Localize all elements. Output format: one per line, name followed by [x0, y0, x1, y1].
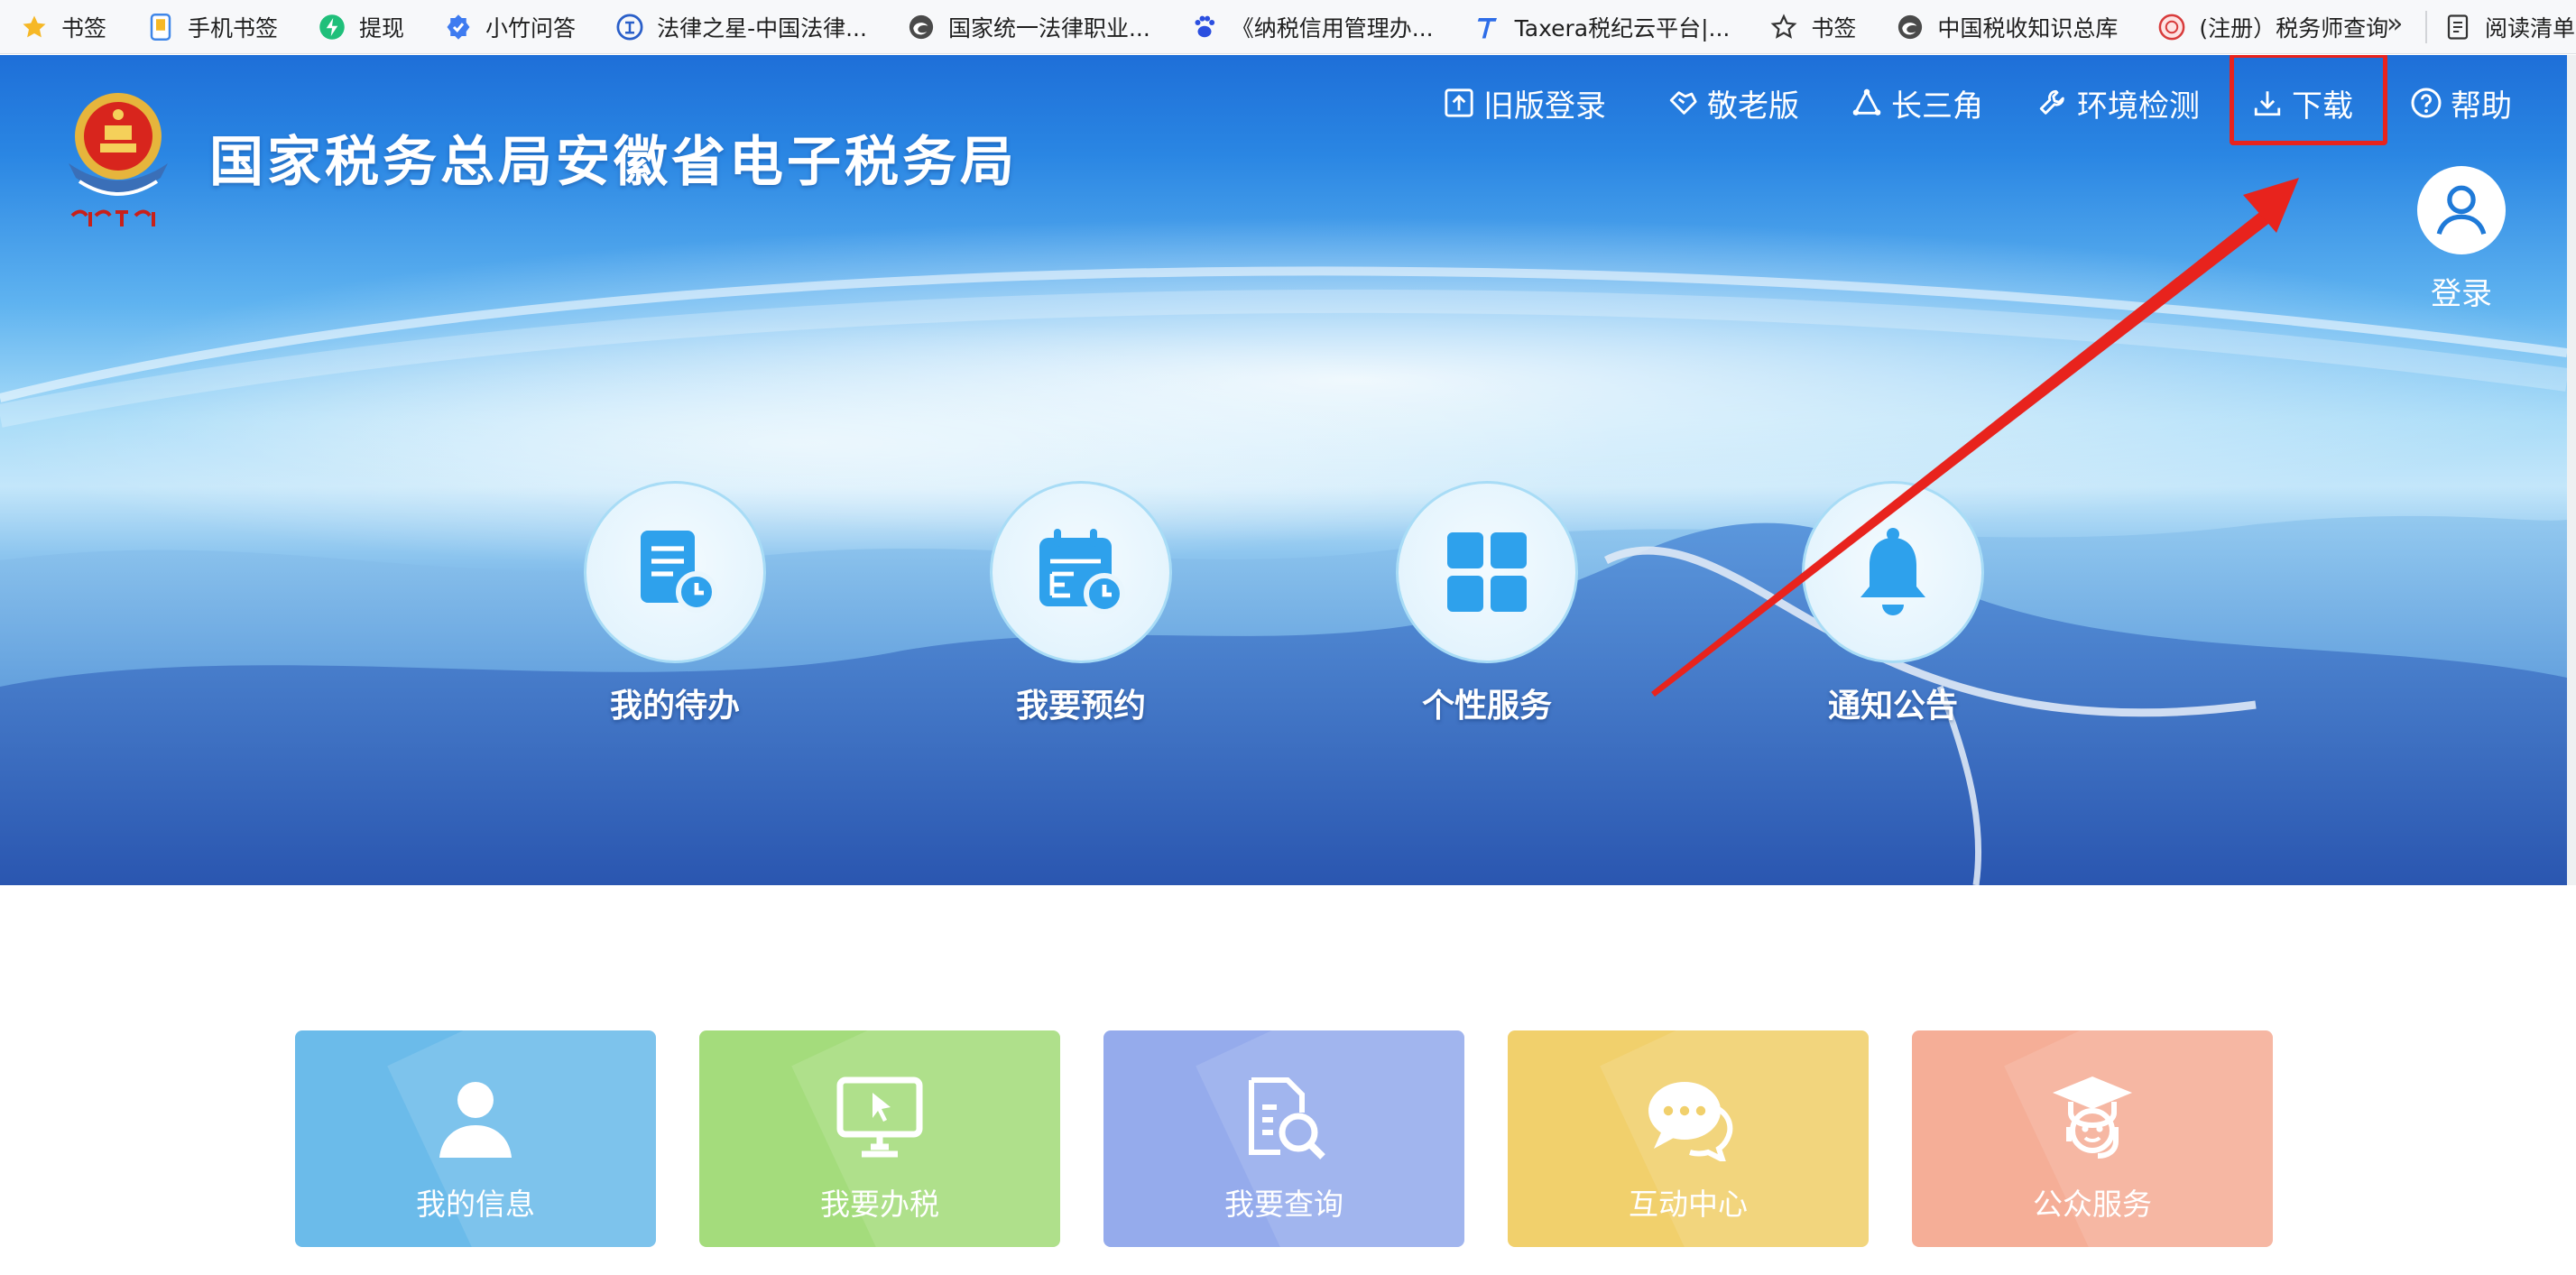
law-icon	[615, 13, 644, 42]
bookmark-item[interactable]: 法律之星-中国法律...	[615, 0, 867, 54]
bookmark-label: 书签	[1811, 14, 1857, 42]
wrench-icon	[2036, 86, 2070, 120]
quick-action-todo[interactable]: 我的待办	[580, 481, 770, 726]
service-card-interaction-center[interactable]: 互动中心	[1508, 1030, 1869, 1247]
edge-icon	[907, 13, 936, 42]
user-icon	[426, 1068, 525, 1168]
login-button[interactable]: 登录	[2416, 166, 2507, 313]
bookmark-item[interactable]: (注册）税务师查询	[2157, 0, 2388, 54]
check-badge-icon	[444, 13, 473, 42]
nav-label: 长三角	[1891, 88, 1983, 125]
bookmark-label: 《纳税信用管理办...	[1231, 14, 1434, 42]
bookmark-item[interactable]: 提现	[318, 0, 404, 54]
quick-action-notice[interactable]: 通知公告	[1798, 481, 1988, 726]
bookmark-label: 提现	[359, 14, 405, 42]
service-card-label: 我要查询	[1224, 1187, 1343, 1222]
edge-icon	[1896, 13, 1925, 42]
reading-list-icon	[2443, 13, 2472, 42]
service-card-query[interactable]: 我要查询	[1103, 1030, 1464, 1247]
chat-bubbles-icon	[1639, 1068, 1738, 1168]
bolt-icon	[318, 13, 346, 42]
seal-icon	[2157, 13, 2186, 42]
hero-banner: 国家税务总局安徽省电子税务局 旧版登录 敬老版 长三角 环境检测 下载 帮助 登…	[0, 55, 2567, 885]
bookmark-label: 法律之星-中国法律...	[657, 14, 867, 42]
doc-search-icon	[1234, 1068, 1334, 1168]
help-circle-icon	[2409, 86, 2443, 120]
top-nav-help[interactable]: 帮助	[2409, 71, 2512, 134]
reading-list-button[interactable]: 阅读清单	[2443, 0, 2575, 54]
user-avatar-icon	[2417, 166, 2506, 254]
phone-icon	[146, 13, 175, 42]
login-label: 登录	[2431, 276, 2492, 312]
scrollbar-track[interactable]	[2567, 55, 2576, 885]
graduate-headset-icon	[2043, 1068, 2142, 1168]
quick-action-label: 个性服务	[1421, 688, 1552, 725]
grid-icon	[1396, 481, 1578, 663]
bookmark-item[interactable]: 书签	[20, 0, 106, 54]
star-outline-icon	[1769, 13, 1798, 42]
nav-label: 旧版登录	[1483, 88, 1606, 125]
site-title: 国家税务总局安徽省电子税务局	[209, 131, 1018, 194]
todo-doc-icon	[584, 481, 766, 663]
bookmark-label: (注册）税务师查询	[2199, 14, 2389, 42]
quick-action-label: 我要预约	[1015, 688, 1146, 725]
bookmark-label: 手机书签	[188, 14, 279, 42]
nav-label: 敬老版	[1707, 88, 1799, 125]
upload-box-icon	[1442, 86, 1476, 120]
bookmark-item[interactable]: Taxera税纪云平台|...	[1473, 0, 1731, 54]
tax-bureau-emblem-logo	[69, 93, 168, 226]
bookmark-item[interactable]: 书签	[1769, 0, 1856, 54]
bookmark-label: Taxera税纪云平台|...	[1514, 14, 1731, 42]
nav-label: 环境检测	[2077, 88, 2200, 125]
bookmark-label: 中国税收知识总库	[1937, 14, 2119, 42]
service-card-label: 我的信息	[416, 1187, 535, 1222]
service-card-label: 我要办税	[820, 1187, 939, 1222]
bookmark-item[interactable]: 《纳税信用管理办...	[1190, 0, 1434, 54]
baidu-icon	[1190, 13, 1219, 42]
service-card-handle-tax[interactable]: 我要办税	[699, 1030, 1060, 1247]
heart-hand-icon	[1666, 86, 1700, 120]
bookmarks-bar: 书签 手机书签 提现 小竹问答 法律之星-中国法律... 国家统一法律职业...	[0, 0, 2576, 54]
quick-action-personal-service[interactable]: 个性服务	[1392, 481, 1582, 726]
monitor-cursor-icon	[830, 1068, 929, 1168]
bookmark-label: 小竹问答	[485, 14, 577, 42]
triangle-nodes-icon	[1850, 86, 1884, 120]
bell-icon	[1802, 481, 1984, 663]
service-card-public-service[interactable]: 公众服务	[1912, 1030, 2273, 1247]
reading-list-label: 阅读清单	[2485, 15, 2576, 42]
top-nav-yangtze-delta[interactable]: 长三角	[1850, 71, 1983, 134]
service-card-my-info[interactable]: 我的信息	[295, 1030, 656, 1247]
bookmark-item[interactable]: 中国税收知识总库	[1896, 0, 2118, 54]
service-card-label: 互动中心	[1629, 1187, 1748, 1222]
top-nav-environment-check[interactable]: 环境检测	[2036, 71, 2200, 134]
bookmark-item[interactable]: 国家统一法律职业...	[907, 0, 1150, 54]
top-nav-elderly-version[interactable]: 敬老版	[1666, 71, 1799, 134]
bookmarks-overflow-button[interactable]: »	[2387, 0, 2403, 54]
quick-action-label: 通知公告	[1827, 688, 1958, 725]
download-highlight-box	[2230, 55, 2387, 145]
bookmark-label: 书签	[61, 14, 107, 42]
bookmark-label: 国家统一法律职业...	[947, 14, 1150, 42]
quick-action-appointment[interactable]: 我要预约	[986, 481, 1176, 726]
bookmark-item[interactable]: 手机书签	[146, 0, 278, 54]
calendar-clock-icon	[990, 481, 1172, 663]
bookmark-item[interactable]: 小竹问答	[444, 0, 576, 54]
bookmarks-separator	[2425, 11, 2427, 43]
star-icon	[20, 13, 49, 42]
nav-label: 帮助	[2451, 88, 2512, 125]
quick-action-label: 我的待办	[609, 688, 740, 725]
top-nav-old-login[interactable]: 旧版登录	[1442, 71, 1606, 134]
service-card-label: 公众服务	[2033, 1187, 2152, 1222]
taxera-icon	[1473, 13, 1502, 42]
